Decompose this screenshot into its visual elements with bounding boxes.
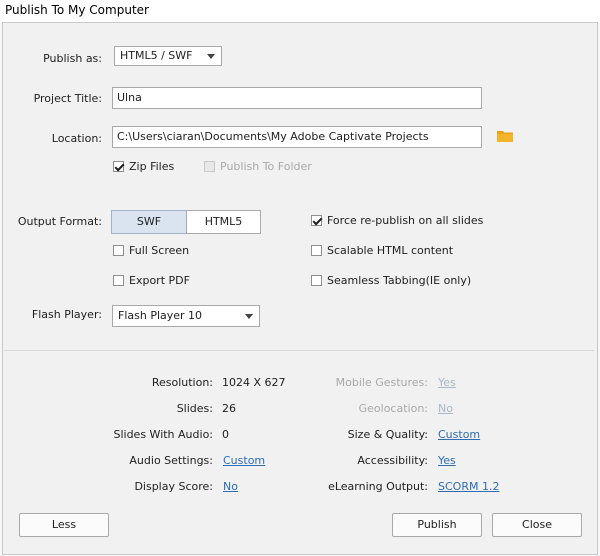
- export-pdf-check: [113, 275, 124, 286]
- export-pdf-label: Export PDF: [129, 274, 190, 287]
- chevron-down-icon: [245, 314, 253, 319]
- scalable-html-check: [311, 245, 322, 256]
- less-button[interactable]: Less: [19, 513, 109, 537]
- display-score-label: Display Score:: [134, 480, 213, 493]
- size-quality-label: Size & Quality:: [347, 428, 428, 441]
- elearning-output-link[interactable]: SCORM 1.2: [438, 480, 499, 493]
- force-republish-check: [311, 215, 322, 226]
- geolocation-link[interactable]: No: [438, 402, 453, 415]
- publish-as-value: HTML5 / SWF: [120, 49, 193, 62]
- divider: [4, 350, 594, 351]
- location-input[interactable]: C:\Users\ciaran\Documents\My Adobe Capti…: [112, 126, 482, 148]
- display-score-link[interactable]: No: [223, 480, 238, 493]
- resolution-label: Resolution:: [151, 376, 213, 389]
- zip-files-label: Zip Files: [129, 160, 175, 173]
- full-screen-checkbox[interactable]: Full Screen: [113, 244, 189, 257]
- resolution-value: 1024 X 627: [222, 376, 286, 389]
- project-title-input[interactable]: Ulna: [112, 87, 482, 109]
- zip-files-checkbox[interactable]: Zip Files: [113, 160, 174, 173]
- flash-player-label: Flash Player:: [31, 308, 102, 321]
- scalable-html-checkbox[interactable]: Scalable HTML content: [311, 244, 453, 257]
- full-screen-check: [113, 245, 124, 256]
- output-format-swf[interactable]: SWF: [111, 210, 187, 234]
- chevron-down-icon: [207, 54, 215, 59]
- export-pdf-checkbox[interactable]: Export PDF: [113, 274, 190, 287]
- output-format-html5[interactable]: HTML5: [186, 210, 261, 234]
- force-republish-label: Force re-publish on all slides: [327, 214, 484, 227]
- publish-as-label: Publish as:: [43, 52, 102, 65]
- project-title-label: Project Title:: [33, 92, 102, 105]
- publish-to-folder-check: [204, 161, 215, 172]
- title-bar: Publish To My Computer: [0, 0, 600, 22]
- flash-player-dropdown[interactable]: Flash Player 10: [112, 305, 260, 327]
- accessibility-label: Accessibility:: [357, 454, 428, 467]
- mobile-gestures-link[interactable]: Yes: [438, 376, 456, 389]
- force-republish-checkbox[interactable]: Force re-publish on all slides: [311, 214, 483, 227]
- flash-player-value: Flash Player 10: [118, 309, 203, 322]
- zip-files-check: [113, 161, 124, 172]
- slides-with-audio-value: 0: [222, 428, 229, 441]
- scalable-html-label: Scalable HTML content: [327, 244, 454, 257]
- window-title: Publish To My Computer: [5, 3, 149, 17]
- slides-label: Slides:: [176, 402, 213, 415]
- location-label: Location:: [51, 132, 102, 145]
- full-screen-label: Full Screen: [129, 244, 190, 257]
- seamless-tabbing-label: Seamless Tabbing(IE only): [327, 274, 472, 287]
- accessibility-link[interactable]: Yes: [438, 454, 456, 467]
- seamless-tabbing-check: [311, 275, 322, 286]
- elearning-output-label: eLearning Output:: [328, 480, 428, 493]
- folder-icon[interactable]: [497, 130, 513, 142]
- publish-to-folder-checkbox[interactable]: Publish To Folder: [204, 160, 312, 173]
- seamless-tabbing-checkbox[interactable]: Seamless Tabbing(IE only): [311, 274, 471, 287]
- geolocation-label: Geolocation:: [358, 402, 428, 415]
- audio-settings-label: Audio Settings:: [129, 454, 213, 467]
- publish-button[interactable]: Publish: [392, 513, 482, 537]
- slides-with-audio-label: Slides With Audio:: [113, 428, 213, 441]
- size-quality-link[interactable]: Custom: [438, 428, 480, 441]
- slides-value: 26: [222, 402, 236, 415]
- publish-to-folder-label: Publish To Folder: [220, 160, 312, 173]
- audio-settings-link[interactable]: Custom: [223, 454, 265, 467]
- output-format-label: Output Format:: [17, 215, 102, 228]
- publish-as-dropdown[interactable]: HTML5 / SWF: [114, 46, 222, 66]
- close-button[interactable]: Close: [492, 513, 582, 537]
- mobile-gestures-label: Mobile Gestures:: [335, 376, 428, 389]
